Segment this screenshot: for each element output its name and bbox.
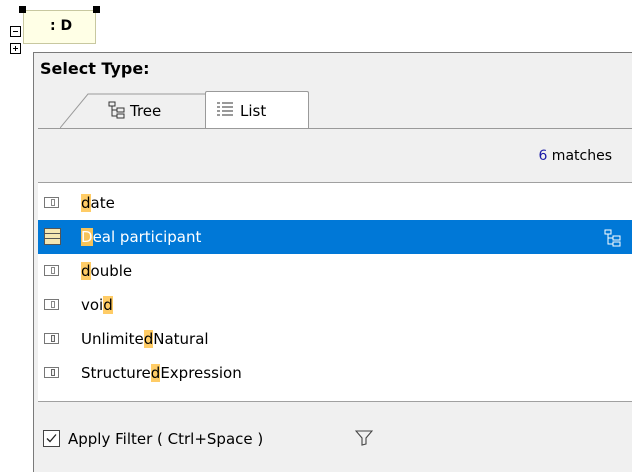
list-item[interactable]: UnlimitedNatural xyxy=(38,322,632,356)
list-item[interactable]: void xyxy=(38,288,632,322)
list-item-label: UnlimitedNatural xyxy=(81,330,209,348)
tab-list-label: List xyxy=(240,102,267,120)
list-item[interactable]: double xyxy=(38,254,632,288)
match-highlight: d xyxy=(150,364,161,382)
tab-tree-label: Tree xyxy=(130,102,162,120)
match-highlight: d xyxy=(143,330,154,348)
match-highlight: d xyxy=(103,296,113,314)
list-item-label: double xyxy=(81,262,133,280)
type-list[interactable]: date Deal participant double void Unlimi… xyxy=(38,182,632,402)
diagram-element-label: : D xyxy=(50,18,73,34)
apply-filter-checkbox[interactable] xyxy=(43,430,60,447)
filter-funnel-icon[interactable] xyxy=(354,429,374,451)
list-item-label: Deal participant xyxy=(81,228,202,246)
list-icon xyxy=(216,101,234,123)
datatype-icon xyxy=(44,197,59,208)
selection-handle-top-left[interactable] xyxy=(19,6,26,13)
class-icon xyxy=(44,228,61,245)
tab-tree[interactable]: Tree xyxy=(60,92,210,129)
selection-handle-top-right[interactable] xyxy=(93,6,100,13)
match-highlight: d xyxy=(81,194,91,212)
tab-list[interactable]: List xyxy=(205,91,309,129)
match-highlight: d xyxy=(81,262,91,280)
show-in-tree-icon[interactable] xyxy=(604,229,622,251)
list-item[interactable]: StructuredExpression xyxy=(38,356,632,390)
list-item-label: StructuredExpression xyxy=(81,364,242,382)
list-item-label: date xyxy=(81,194,115,212)
primitive-type-icon xyxy=(44,333,59,344)
match-count-suffix: matches xyxy=(547,148,612,164)
match-highlight: D xyxy=(81,228,93,246)
list-item-label: void xyxy=(81,296,113,314)
match-count: 6 matches xyxy=(538,148,612,164)
list-item-selected[interactable]: Deal participant xyxy=(38,220,632,254)
compartment-expand-icon[interactable] xyxy=(10,43,21,54)
checkmark-icon xyxy=(46,434,57,443)
compartment-collapse-icon[interactable] xyxy=(10,26,21,37)
tabs-divider xyxy=(38,128,632,129)
datatype-icon xyxy=(44,299,59,310)
list-item[interactable]: date xyxy=(38,186,632,220)
popup-title: Select Type: xyxy=(40,59,150,78)
apply-filter-label[interactable]: Apply Filter ( Ctrl+Space ) xyxy=(68,430,263,448)
datatype-icon xyxy=(44,265,59,276)
primitive-type-icon xyxy=(44,367,59,378)
